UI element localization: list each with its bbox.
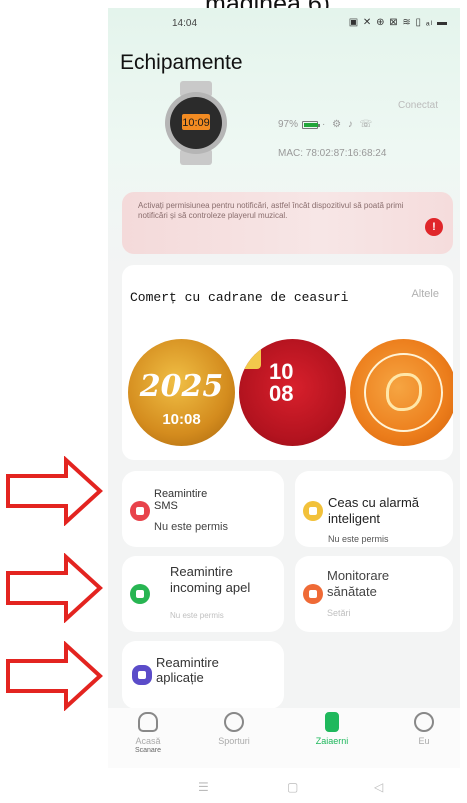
nav-home-label: Acasă [135, 736, 161, 746]
smiley-icon [414, 712, 434, 732]
tile-health-title: Monitorare sănătate [327, 568, 390, 599]
watch-face-2[interactable]: 10 08 [239, 339, 346, 446]
nav-home-sublabel: Scanare [134, 747, 162, 754]
tile-alarm-subtitle: Nu este permis [328, 534, 389, 544]
status-time: 14:04 [172, 18, 198, 29]
tile-health-monitoring[interactable]: Monitorare sănătate Setări [295, 556, 453, 632]
nav-sports-label: Sporturi [218, 736, 250, 746]
watch-image[interactable]: 10:09 [158, 81, 234, 165]
ornament-icon [239, 339, 261, 369]
watch-faces-title: Comerț cu cadrane de ceasuri [130, 290, 349, 305]
tile-call-subtitle: Nu este permis [170, 611, 224, 620]
watch-face-2-date: 10 08 [269, 359, 294, 406]
system-nav-bar: ☰ ▢ ◁ [0, 770, 467, 803]
phone-screen: 14:04 ▣ ✕ ⊕ ⊠ ≋ ▯ ₐₗ ▬ Echipamente 10:09… [108, 8, 460, 768]
running-icon [224, 712, 244, 732]
notification-permission-banner[interactable]: Activați permisiunea pentru notificări, … [122, 192, 453, 254]
back-icon[interactable]: ◁ [374, 780, 383, 794]
watch-icon [325, 712, 339, 732]
notification-banner-text: Activați permisiunea pentru notificări, … [138, 201, 404, 220]
watch-face-1-year: 2025 [139, 369, 224, 404]
tile-sms-reminder[interactable]: Reamintire SMS Nu este permis [122, 471, 284, 547]
tile-alarm-title: Ceas cu alarmă inteligent [328, 495, 420, 526]
device-status-icons: · ⚙ ♪ ☏ [322, 119, 375, 130]
phone-icon [130, 584, 150, 604]
alarm-icon [303, 501, 323, 521]
watch-faces-more-link[interactable]: Altele [411, 288, 439, 300]
battery-icon [302, 120, 321, 129]
connection-status: Conectat [397, 100, 438, 111]
annotation-arrow-3 [6, 641, 103, 711]
mac-address: MAC: 78:02:87:16:68:24 [278, 148, 387, 159]
battery-fill [304, 122, 318, 127]
tile-app-title: Reamintire aplicație [156, 655, 219, 685]
nav-me[interactable]: Eu [394, 712, 454, 746]
nav-home[interactable]: Acasă Scanare [118, 712, 178, 754]
snake-icon [386, 373, 422, 411]
tile-app-reminder[interactable]: Reamintire aplicație [122, 641, 284, 709]
bottom-nav: Acasă Scanare Sporturi Zaiaerni Eu [108, 708, 460, 768]
tile-sms-title: Reamintire SMS [154, 488, 208, 512]
tile-health-subtitle: Setări [327, 608, 351, 618]
tile-sms-subtitle: Nu este permis [154, 521, 228, 533]
watch-face-3[interactable] [350, 339, 453, 446]
tile-call-reminder[interactable]: Reamintire incoming apel Nu este permis [122, 556, 284, 632]
screenshot-stage: maginea 6). 14:04 ▣ ✕ ⊕ ⊠ ≋ ▯ ₐₗ ▬ Echip… [0, 0, 467, 803]
home-button-icon[interactable]: ▢ [287, 780, 298, 794]
watch-face-1[interactable]: 2025 10:08 [128, 339, 235, 446]
nav-devices-label: Zaiaerni [315, 736, 349, 746]
page-title: Echipamente [120, 51, 243, 74]
status-icons: ▣ ✕ ⊕ ⊠ ≋ ▯ ₐₗ ▬ [348, 17, 448, 28]
alert-icon: ! [425, 218, 443, 236]
battery-percent: 97% [278, 119, 299, 130]
menu-icon[interactable]: ☰ [198, 780, 209, 794]
watch-face-1-time: 10:08 [162, 411, 201, 428]
nav-devices[interactable]: Zaiaerni [302, 712, 362, 746]
message-icon [130, 501, 150, 521]
nav-sports[interactable]: Sporturi [204, 712, 264, 746]
svg-text:10:09: 10:09 [182, 117, 210, 129]
tile-smart-alarm[interactable]: Ceas cu alarmă inteligent Nu este permis [295, 471, 453, 547]
status-bar: 14:04 ▣ ✕ ⊕ ⊠ ≋ ▯ ₐₗ ▬ [108, 14, 460, 34]
tile-call-title: Reamintire incoming apel [170, 564, 251, 595]
home-icon [138, 712, 158, 732]
battery-row: 97% · ⚙ ♪ ☏ [278, 119, 374, 130]
heart-icon [303, 584, 323, 604]
annotation-arrow-2 [6, 553, 103, 623]
watch-faces-card: Comerț cu cadrane de ceasuri Altele 2025… [122, 265, 453, 460]
nav-me-label: Eu [418, 736, 430, 746]
annotation-arrow-1 [6, 456, 103, 526]
app-icon [132, 665, 152, 685]
